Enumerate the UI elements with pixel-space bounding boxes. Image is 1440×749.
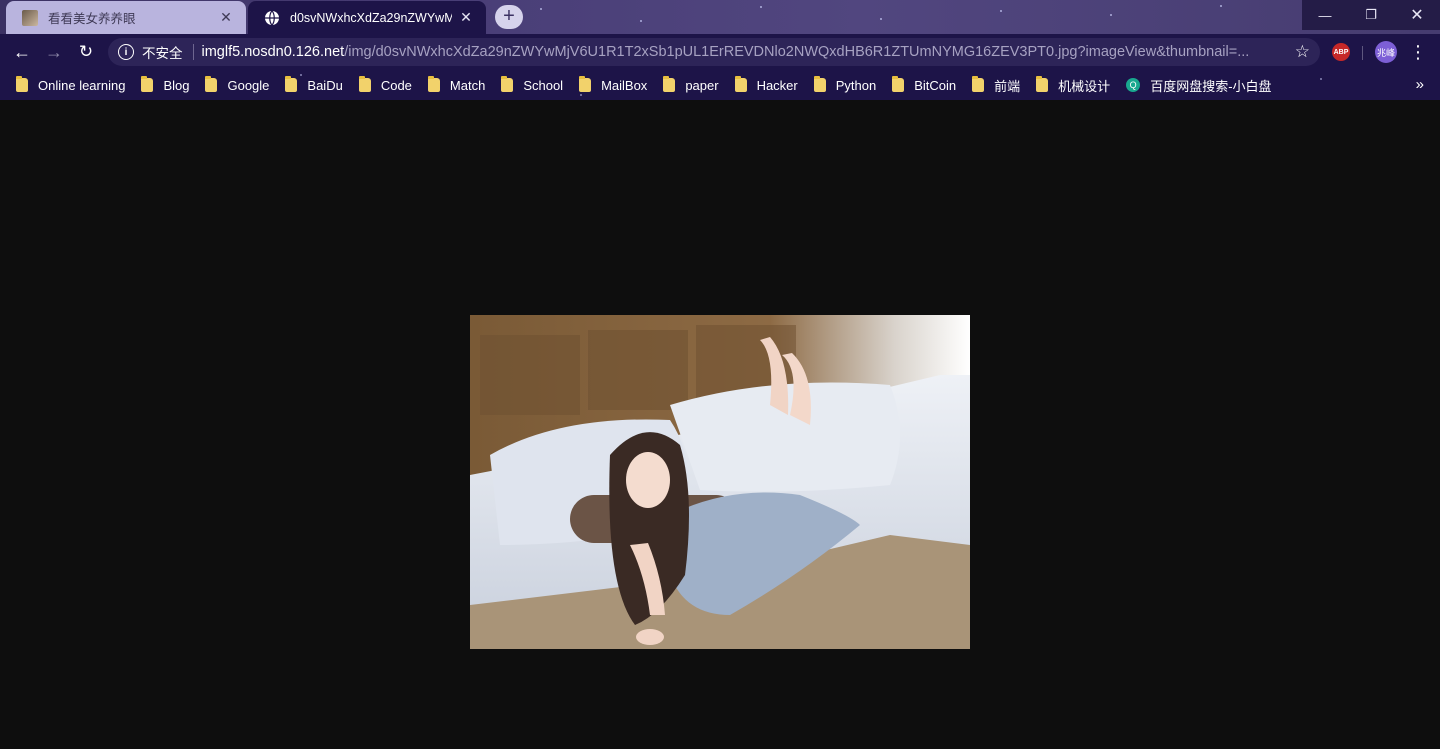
back-button[interactable]: ←: [6, 34, 38, 70]
tab-close-icon[interactable]: ✕: [218, 9, 234, 26]
bookmark-list: Online learning Blog Google BaiDu Code Match S…: [8, 70, 1280, 100]
tab-strip: 看看美女养养眼 ✕ d0svNWxhcXdZa29nZWYwMjV ✕ + — …: [0, 0, 1440, 34]
background-star: [880, 18, 882, 20]
tab-title: 看看美女养养眼: [48, 12, 136, 26]
bookmark-item[interactable]: Online learning: [8, 72, 133, 98]
photo-illustration: [470, 315, 970, 649]
folder-icon: [663, 76, 676, 92]
bookmark-label: paper: [685, 77, 719, 93]
folder-icon: [141, 76, 154, 92]
background-star: [1110, 14, 1112, 16]
tab-close-icon[interactable]: ✕: [458, 9, 474, 26]
bookmark-item[interactable]: Code: [351, 72, 420, 98]
background-star: [1320, 78, 1322, 80]
bookmark-item[interactable]: MailBox: [571, 72, 655, 98]
divider: [1362, 46, 1363, 60]
site-favicon-icon: [22, 9, 38, 26]
bookmark-label: BitCoin: [914, 77, 957, 93]
bookmark-item[interactable]: Google: [197, 72, 277, 98]
background-star: [640, 20, 642, 22]
tab-inactive[interactable]: 看看美女养养眼 ✕: [6, 1, 246, 34]
bookmark-label: School: [523, 77, 564, 93]
background-star: [1000, 10, 1002, 12]
folder-icon: [205, 76, 218, 92]
folder-icon: [734, 76, 747, 92]
reload-button[interactable]: ↻: [70, 34, 102, 70]
displayed-photo[interactable]: [470, 315, 970, 649]
bookmark-label: 百度网盘搜索-小白盘: [1150, 78, 1272, 94]
bookmark-label: Match: [449, 77, 486, 93]
window-close-button[interactable]: ✕: [1394, 0, 1440, 30]
folder-icon: [358, 76, 371, 92]
adblock-extension-icon[interactable]: ABP: [1332, 43, 1350, 61]
bookmark-item[interactable]: Hacker: [727, 72, 806, 98]
folder-icon: [1036, 76, 1049, 92]
bookmark-label: MailBox: [601, 77, 648, 93]
tab-active[interactable]: d0svNWxhcXdZa29nZWYwMjV ✕: [248, 1, 486, 34]
new-tab-button[interactable]: +: [495, 5, 523, 29]
background-star: [1220, 5, 1222, 7]
bookmark-label: Google: [227, 77, 270, 93]
bookmark-label: Python: [835, 77, 877, 93]
folder-icon: [579, 76, 592, 92]
address-bar[interactable]: i 不安全 imglf5.nosdn0.126.net /img/d0svNWx…: [108, 38, 1320, 66]
browser-toolbar: ← → ↻ i 不安全 imglf5.nosdn0.126.net /img/d…: [0, 34, 1440, 70]
image-viewer: [0, 100, 1440, 749]
tab-title: d0svNWxhcXdZa29nZWYwMjV: [290, 10, 452, 25]
background-star: [540, 8, 542, 10]
bookmark-item[interactable]: Python: [806, 72, 884, 98]
info-icon[interactable]: i: [118, 44, 134, 60]
browser-menu-button[interactable]: ⋮: [1408, 34, 1428, 70]
bookmark-item[interactable]: Blog: [133, 72, 197, 98]
globe-icon: [264, 10, 280, 26]
folder-icon: [285, 76, 298, 92]
profile-avatar[interactable]: 兆峰: [1375, 41, 1397, 63]
bookmark-label: 前端: [994, 78, 1021, 94]
url-path[interactable]: /img/d0svNWxhcXdZa29nZWYwMjV6U1R1T2xSb1p…: [344, 44, 1249, 60]
bookmark-item[interactable]: BaiDu: [277, 72, 350, 98]
folder-icon: [501, 76, 514, 92]
bookmark-label: Code: [380, 77, 412, 93]
bookmarks-bar: Online learning Blog Google BaiDu Code Match S…: [0, 70, 1440, 100]
bookmark-item[interactable]: School: [493, 72, 571, 98]
folder-icon: [892, 76, 905, 92]
background-star: [760, 6, 762, 8]
security-status[interactable]: 不安全: [142, 42, 183, 62]
bookmark-item[interactable]: paper: [655, 72, 726, 98]
bookmark-label: Hacker: [756, 77, 798, 93]
minimize-button[interactable]: —: [1302, 0, 1348, 30]
bookmark-item[interactable]: BitCoin: [884, 72, 964, 98]
bookmark-item[interactable]: Q 百度网盘搜索-小白盘: [1118, 72, 1279, 98]
bookmark-label: Blog: [163, 77, 190, 93]
bookmark-star-icon[interactable]: ☆: [1295, 42, 1310, 62]
bookmark-label: Online learning: [38, 77, 126, 93]
restore-button[interactable]: ❐: [1348, 0, 1394, 30]
bookmark-label: BaiDu: [307, 77, 343, 93]
folder-icon: [972, 76, 985, 92]
bookmark-item[interactable]: 前端: [964, 72, 1028, 98]
folder-icon: [16, 76, 28, 92]
divider: [192, 44, 194, 60]
forward-button[interactable]: →: [38, 34, 70, 70]
bookmark-label: 机械设计: [1058, 78, 1111, 94]
bookmark-item[interactable]: Match: [420, 72, 493, 98]
bookmarks-overflow-button[interactable]: »: [1416, 76, 1424, 93]
folder-icon: [427, 76, 440, 92]
bookmark-item[interactable]: 机械设计: [1028, 72, 1118, 98]
search-site-icon: Q: [1126, 78, 1141, 92]
url-host[interactable]: imglf5.nosdn0.126.net: [202, 44, 345, 60]
folder-icon: [813, 76, 826, 92]
